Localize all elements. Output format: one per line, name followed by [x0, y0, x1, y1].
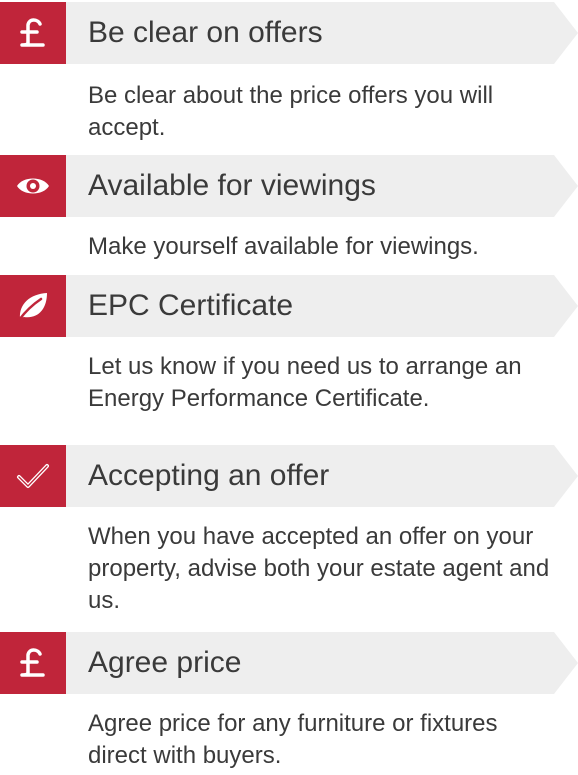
eye-icon [17, 178, 49, 194]
leaf-icon [17, 293, 47, 322]
step-description: When you have accepted an offer on your … [88, 523, 550, 614]
step-header-bar [0, 632, 578, 694]
step-title: Agree price [88, 646, 242, 679]
step-title: Available for viewings [88, 169, 376, 202]
step-header: Available for viewings [0, 155, 578, 217]
pound-sign-icon [20, 648, 45, 677]
step-icon-box [0, 445, 66, 507]
step-description: Agree price for any furniture or fixture… [88, 710, 498, 769]
step-description: Let us know if you need us to arrange an… [88, 353, 522, 412]
step-header: Agree price [0, 632, 578, 694]
pound-sign-icon [20, 18, 45, 47]
step-icon-box [0, 2, 66, 64]
step-title: EPC Certificate [88, 289, 294, 322]
step-icon-box [0, 155, 66, 217]
step-header: EPC Certificate [0, 275, 578, 337]
step-header: Accepting an offer [0, 445, 578, 507]
step-icon-box [0, 632, 66, 694]
step-title: Accepting an offer [88, 459, 330, 492]
step-description: Make yourself available for viewings. [88, 233, 479, 260]
step-icon-box [0, 275, 66, 337]
step-title: Be clear on offers [88, 16, 323, 49]
checkmark-icon [17, 464, 49, 488]
step-header: Be clear on offers [0, 2, 578, 64]
step-description: Be clear about the price offers you will… [88, 82, 494, 141]
